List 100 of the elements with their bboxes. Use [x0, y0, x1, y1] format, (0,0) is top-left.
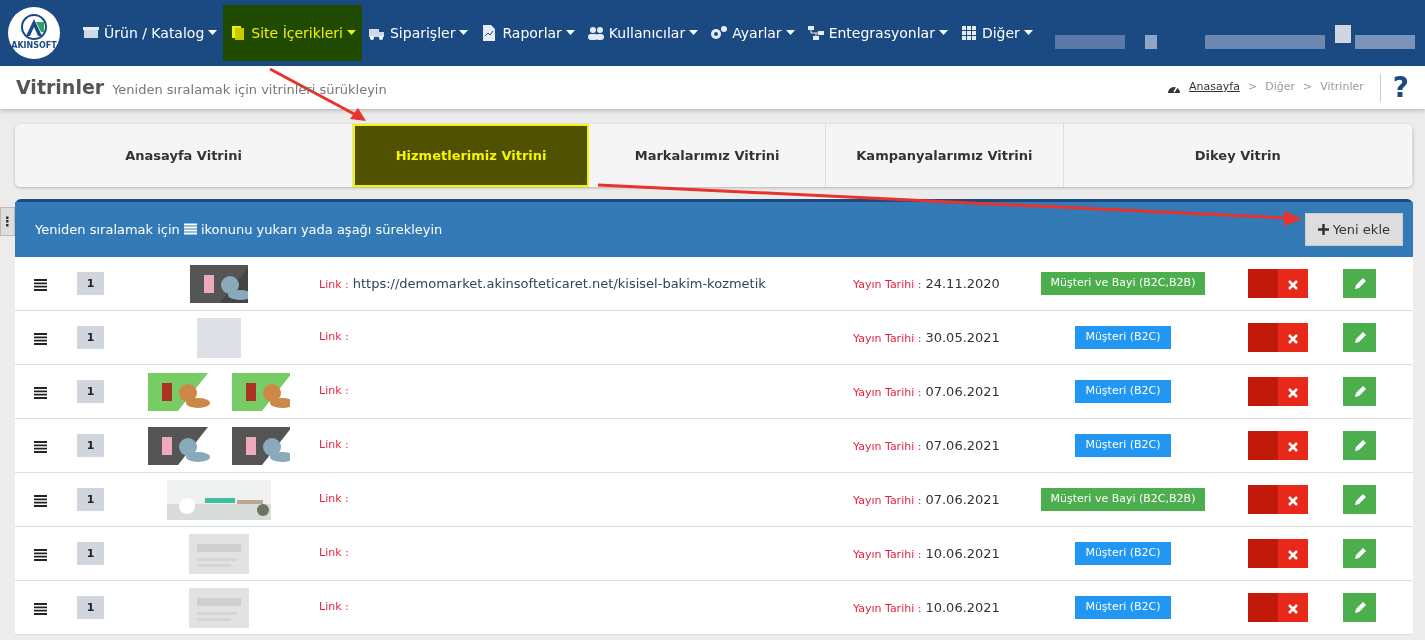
publish-date: 30.05.2021 — [925, 328, 1000, 347]
list-icon — [183, 223, 197, 236]
users-icon — [586, 24, 605, 42]
link-label: Link : — [319, 276, 349, 293]
close-icon — [1288, 333, 1298, 344]
date-label: Yayın Tarihi : — [853, 600, 922, 617]
edit-button[interactable] — [1343, 377, 1376, 406]
delete-button[interactable] — [1248, 539, 1308, 568]
drag-handle-icon[interactable] — [33, 387, 47, 399]
breadcrumb-link[interactable]: Anasayfa — [1189, 79, 1240, 96]
edit-button[interactable] — [1343, 323, 1376, 352]
audience-tag: Müşteri (B2C) — [1075, 380, 1171, 403]
pencil-icon — [1352, 600, 1367, 615]
audience-tag: Müşteri (B2C) — [1075, 596, 1171, 619]
nav-menu-item[interactable]: Raporlar — [474, 5, 581, 61]
date-label: Yayın Tarihi : — [853, 438, 922, 455]
nav-menu-item[interactable]: Ürün / Katalog — [76, 5, 224, 61]
publish-date: 10.06.2021 — [925, 544, 1000, 563]
logo-emblem-icon — [19, 14, 49, 40]
publish-date: 24.11.2020 — [925, 274, 1000, 293]
pencil-icon — [1352, 384, 1367, 399]
drag-handle-icon[interactable] — [33, 279, 47, 291]
order-number: 1 — [77, 380, 104, 403]
tab[interactable]: Markalarımız Vitrini — [589, 124, 827, 187]
nav-menu-item[interactable]: Siparişler — [361, 5, 475, 61]
close-icon — [1288, 279, 1298, 290]
nav-menu-item[interactable]: Diğer — [953, 5, 1039, 61]
pencil-icon — [1352, 276, 1367, 291]
audience-tag: Müşteri (B2C) — [1075, 434, 1171, 457]
edit-button[interactable] — [1343, 431, 1376, 460]
close-icon — [1288, 495, 1298, 506]
grid-icon — [959, 24, 978, 42]
publish-date: 10.06.2021 — [925, 598, 1000, 617]
drag-handle-icon[interactable] — [33, 549, 47, 561]
order-number: 1 — [77, 434, 104, 457]
order-number: 1 — [77, 272, 104, 295]
date-label: Yayın Tarihi : — [853, 492, 922, 509]
edit-button[interactable] — [1343, 539, 1376, 568]
link-label: Link : — [319, 491, 349, 508]
caret-icon — [459, 30, 469, 36]
pencil-icon — [1352, 546, 1367, 561]
link-label: Link : — [319, 383, 349, 400]
hint-text: ikonunu yukarı yada aşağı sürekleyin — [200, 220, 443, 239]
order-number: 1 — [77, 488, 104, 511]
link-label: Link : — [319, 599, 349, 616]
caret-icon — [785, 30, 795, 36]
drag-handle-icon[interactable] — [33, 495, 47, 507]
close-icon — [1288, 549, 1298, 560]
publish-date: 07.06.2021 — [925, 436, 1000, 455]
edit-button[interactable] — [1343, 593, 1376, 622]
breadcrumb-separator: > — [1247, 79, 1258, 96]
audience-tag: Müşteri ve Bayi (B2C,B2B) — [1040, 272, 1206, 295]
link-label: Link : — [319, 329, 349, 346]
caret-icon — [565, 30, 575, 36]
delete-button[interactable] — [1248, 377, 1308, 406]
tab[interactable]: Kampanyalarımız Vitrini — [826, 124, 1064, 187]
nav-menu-item[interactable]: Entegrasyonlar — [800, 5, 954, 61]
drag-handle-icon[interactable] — [33, 603, 47, 615]
date-label: Yayın Tarihi : — [853, 276, 922, 293]
breadcrumb-separator: > — [1302, 79, 1313, 96]
close-icon — [1288, 441, 1298, 452]
hint-text: Yeniden sıralamak için — [35, 220, 180, 239]
edit-button[interactable] — [1343, 269, 1376, 298]
caret-icon — [208, 30, 218, 36]
edit-button[interactable] — [1343, 485, 1376, 514]
caret-icon — [346, 30, 356, 36]
audience-tag: Müşteri ve Bayi (B2C,B2B) — [1040, 488, 1206, 511]
tab[interactable]: Anasayfa Vitrini — [15, 124, 354, 187]
delete-button[interactable] — [1248, 485, 1308, 514]
delete-button[interactable] — [1248, 431, 1308, 460]
close-icon — [1288, 603, 1298, 614]
delete-button[interactable] — [1248, 269, 1308, 298]
pencil-icon — [1352, 492, 1367, 507]
link-label: Link : — [319, 545, 349, 562]
caret-icon — [689, 30, 699, 36]
side-toggle-button[interactable]: ⋮ — [0, 207, 15, 236]
gears-icon — [710, 24, 729, 42]
drag-handle-icon[interactable] — [33, 333, 47, 345]
audience-tag: Müşteri (B2C) — [1075, 542, 1171, 565]
nav-menu-item[interactable]: Ayarlar — [704, 5, 801, 61]
tab[interactable]: Dikey Vitrin — [1063, 124, 1413, 187]
logo-text: AKINSOFT — [11, 40, 57, 52]
plus-icon — [1317, 224, 1329, 235]
delete-button[interactable] — [1248, 593, 1308, 622]
order-number: 1 — [77, 596, 104, 619]
order-number: 1 — [77, 326, 104, 349]
publish-date: 07.06.2021 — [925, 490, 1000, 509]
publish-date: 07.06.2021 — [925, 382, 1000, 401]
link-label: Link : — [319, 437, 349, 454]
order-number: 1 — [77, 542, 104, 565]
link-url: https://demomarket.akinsofteticaret.net/kisisel-bakim-kozmetik — [352, 274, 766, 293]
add-new-button[interactable]: Yeni ekle — [1304, 212, 1403, 247]
tab[interactable]: Hizmetlerimiz Vitrini — [353, 124, 589, 187]
image-placeholder — [197, 317, 241, 358]
delete-button[interactable] — [1248, 323, 1308, 352]
nav-menu-item[interactable]: Site İçerikleri — [223, 5, 362, 61]
drag-handle-icon[interactable] — [33, 441, 47, 453]
caret-icon — [1023, 30, 1033, 36]
caret-icon — [938, 30, 948, 36]
nav-menu-item[interactable]: Kullanıcılar — [580, 5, 705, 61]
